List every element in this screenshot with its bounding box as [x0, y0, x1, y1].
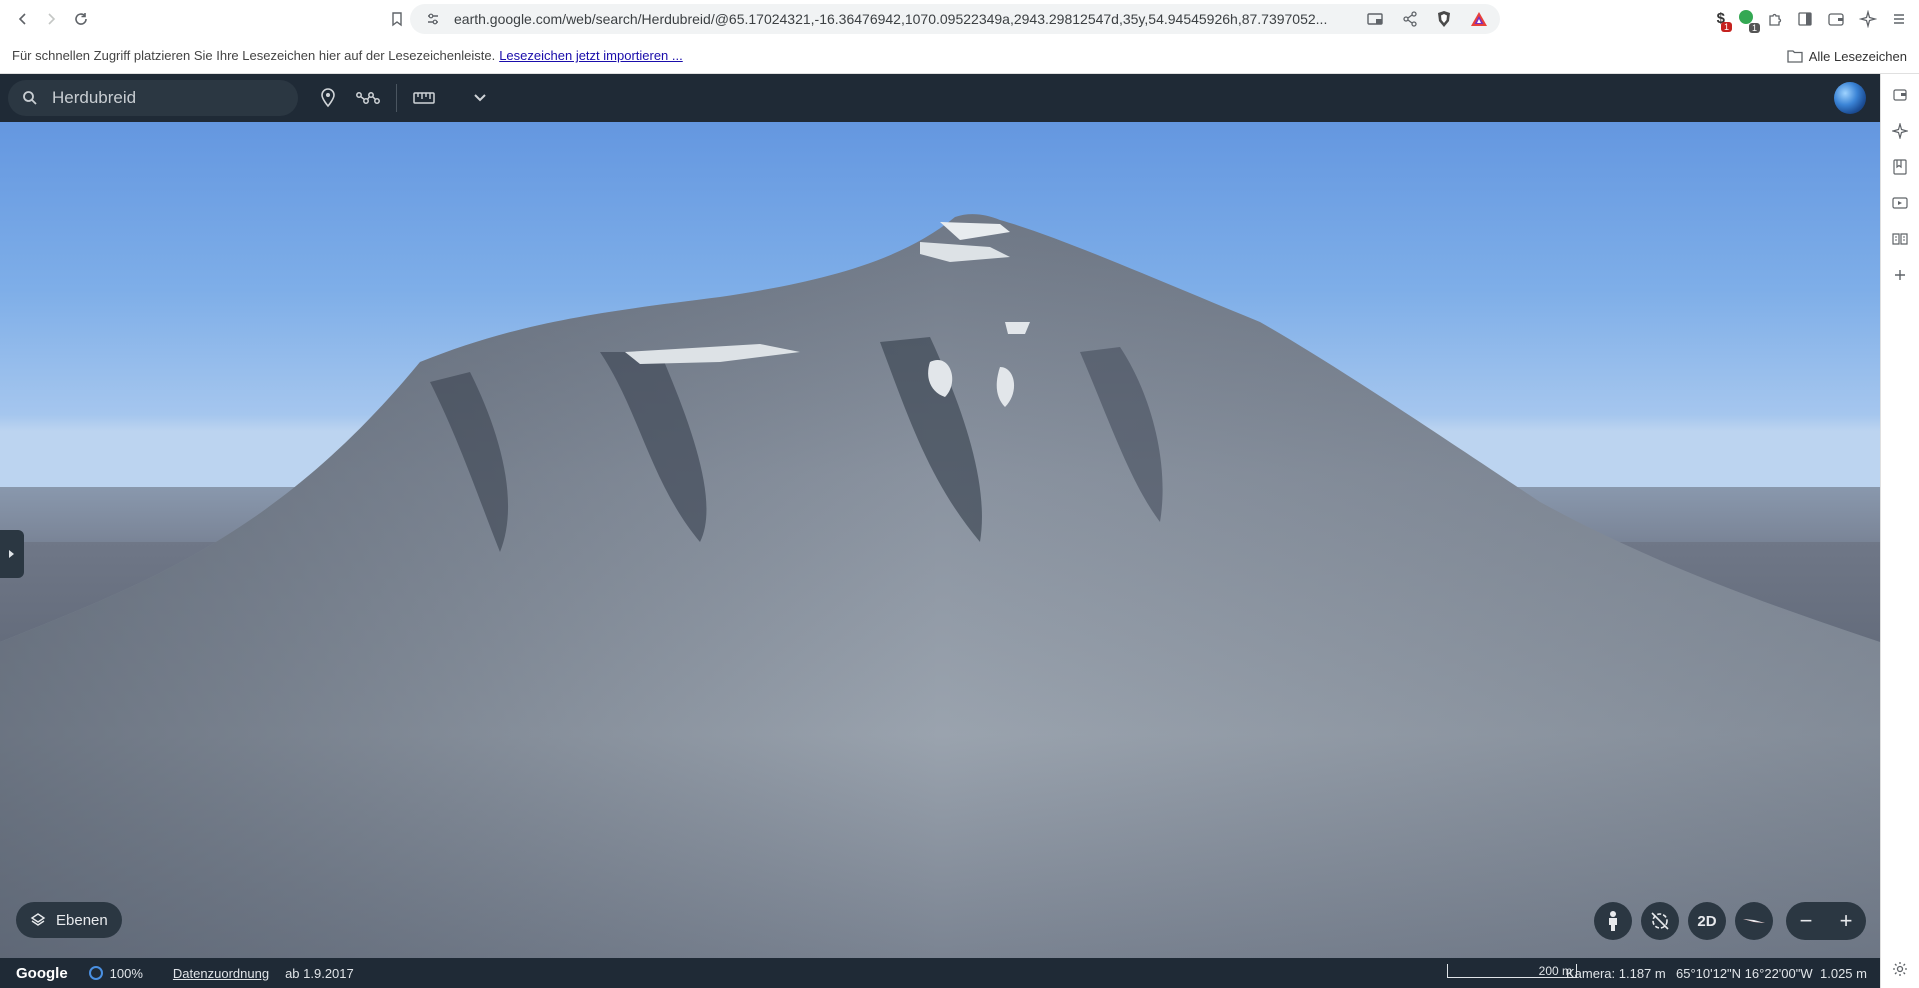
sidebar-settings-button[interactable] — [1889, 958, 1911, 980]
bookmark-button[interactable] — [382, 4, 412, 34]
loading-percent: 100% — [109, 965, 143, 981]
bookmark-icon — [392, 12, 402, 27]
puzzle-icon[interactable] — [1767, 11, 1783, 27]
earth-globe-icon[interactable] — [1834, 82, 1866, 114]
menu-icon[interactable] — [1891, 11, 1907, 27]
data-attribution-link[interactable]: Datenzuordnung — [173, 966, 269, 981]
reload-icon — [75, 13, 87, 25]
sidebar-toggle-icon[interactable] — [1797, 11, 1813, 27]
gear-icon — [1893, 962, 1907, 976]
ruler-icon — [413, 92, 435, 104]
more-tools-button[interactable] — [466, 84, 494, 112]
layers-button[interactable]: Ebenen — [16, 902, 122, 938]
reading-list-icon — [1892, 233, 1908, 245]
compass-button[interactable] — [1735, 902, 1773, 940]
leo-ai-icon[interactable] — [1859, 10, 1877, 28]
orientation-reset-button[interactable] — [1641, 902, 1679, 940]
search-input[interactable] — [52, 88, 272, 108]
loading-ring-icon — [88, 966, 103, 980]
scale-bar: 200 m — [1447, 964, 1577, 978]
browser-toolbar: earth.google.com/web/search/Herdubreid/@… — [0, 0, 1919, 38]
pegman-button[interactable] — [1594, 902, 1632, 940]
google-earth-app: Ebenen 2D − + Google 100% Datenzuordnung… — [0, 74, 1880, 988]
zoom-in-button[interactable]: + — [1840, 908, 1853, 934]
share-icon[interactable] — [1402, 11, 1418, 27]
mountain-terrain — [0, 214, 1880, 958]
rotate-disabled-icon — [1651, 912, 1669, 930]
back-button[interactable] — [8, 4, 38, 34]
zoom-controls: − + — [1786, 902, 1866, 940]
add-placemark-button[interactable] — [314, 84, 342, 112]
extension-circle-icon — [1739, 9, 1753, 24]
brave-rewards-icon[interactable] — [1470, 11, 1488, 27]
camera-altitude: Kamera: 1.187 m — [1566, 965, 1666, 981]
import-bookmarks-link[interactable]: Lesezeichen jetzt importieren ... — [499, 48, 683, 63]
url-text[interactable]: earth.google.com/web/search/Herdubreid/@… — [454, 11, 1354, 27]
layers-icon — [30, 913, 46, 926]
search-icon — [23, 91, 37, 105]
imagery-date: ab 1.9.2017 — [285, 965, 354, 981]
google-logo: Google — [16, 964, 68, 982]
map-3d-view[interactable]: Ebenen 2D − + — [0, 122, 1880, 958]
wallet-icon — [1893, 89, 1907, 101]
all-bookmarks-label: Alle Lesezeichen — [1808, 48, 1907, 64]
video-icon — [1892, 197, 1908, 209]
ext-badge: 1 — [1720, 22, 1732, 32]
sidebar-reading-list-button[interactable] — [1889, 228, 1911, 250]
bookmark-list-icon — [1893, 159, 1907, 175]
toggle-2d-button[interactable]: 2D — [1688, 902, 1726, 940]
leo-ai-icon — [1892, 123, 1908, 139]
brave-shield-icon[interactable] — [1436, 10, 1452, 28]
cast-icon[interactable] — [1366, 12, 1384, 26]
sidebar-bookmarks-button[interactable] — [1889, 156, 1911, 178]
compass-icon — [1743, 919, 1765, 923]
extension-green[interactable]: 1 — [1739, 9, 1760, 33]
measure-button[interactable] — [410, 84, 438, 112]
path-icon — [356, 92, 380, 104]
bookmarks-prompt: Für schnellen Zugriff platzieren Sie Ihr… — [12, 48, 496, 63]
arrow-right-icon — [48, 13, 56, 25]
chevron-right-icon — [9, 550, 14, 558]
browser-sidebar — [1880, 74, 1919, 988]
extension-s[interactable]: $ 1 — [1717, 10, 1732, 32]
ext-badge: 1 — [1748, 22, 1760, 33]
forward-button[interactable] — [36, 4, 66, 34]
pegman-icon — [1609, 911, 1617, 931]
site-settings-icon[interactable] — [426, 12, 440, 26]
arrow-left-icon — [18, 13, 26, 25]
wallet-icon[interactable] — [1827, 11, 1845, 27]
status-bar: Google 100% Datenzuordnung ab 1.9.2017 2… — [0, 958, 1880, 988]
earth-toolbar — [0, 74, 1880, 122]
draw-path-button[interactable] — [354, 84, 382, 112]
bookmarks-bar: Für schnellen Zugriff platzieren Sie Ihr… — [0, 38, 1919, 74]
reload-button[interactable] — [66, 4, 96, 34]
sidebar-wallet-button[interactable] — [1889, 84, 1911, 106]
address-bar[interactable]: earth.google.com/web/search/Herdubreid/@… — [410, 4, 1500, 34]
plus-icon — [1895, 270, 1905, 280]
zoom-out-button[interactable]: − — [1800, 908, 1813, 934]
all-bookmarks-button[interactable]: Alle Lesezeichen — [1787, 38, 1907, 74]
layers-label: Ebenen — [56, 911, 108, 929]
search-box[interactable] — [8, 80, 298, 116]
sidebar-leo-button[interactable] — [1889, 120, 1911, 142]
side-panel-toggle[interactable] — [0, 530, 24, 578]
sidebar-add-button[interactable] — [1889, 264, 1911, 286]
folder-icon — [1787, 50, 1803, 63]
placemark-icon — [321, 88, 335, 108]
toolbar-divider — [396, 84, 397, 112]
sidebar-playlist-button[interactable] — [1889, 192, 1911, 214]
coordinates: 65°10'12"N 16°22'00"W — [1676, 965, 1813, 981]
elevation: 1.025 m — [1820, 965, 1867, 981]
chevron-down-icon — [474, 94, 486, 102]
